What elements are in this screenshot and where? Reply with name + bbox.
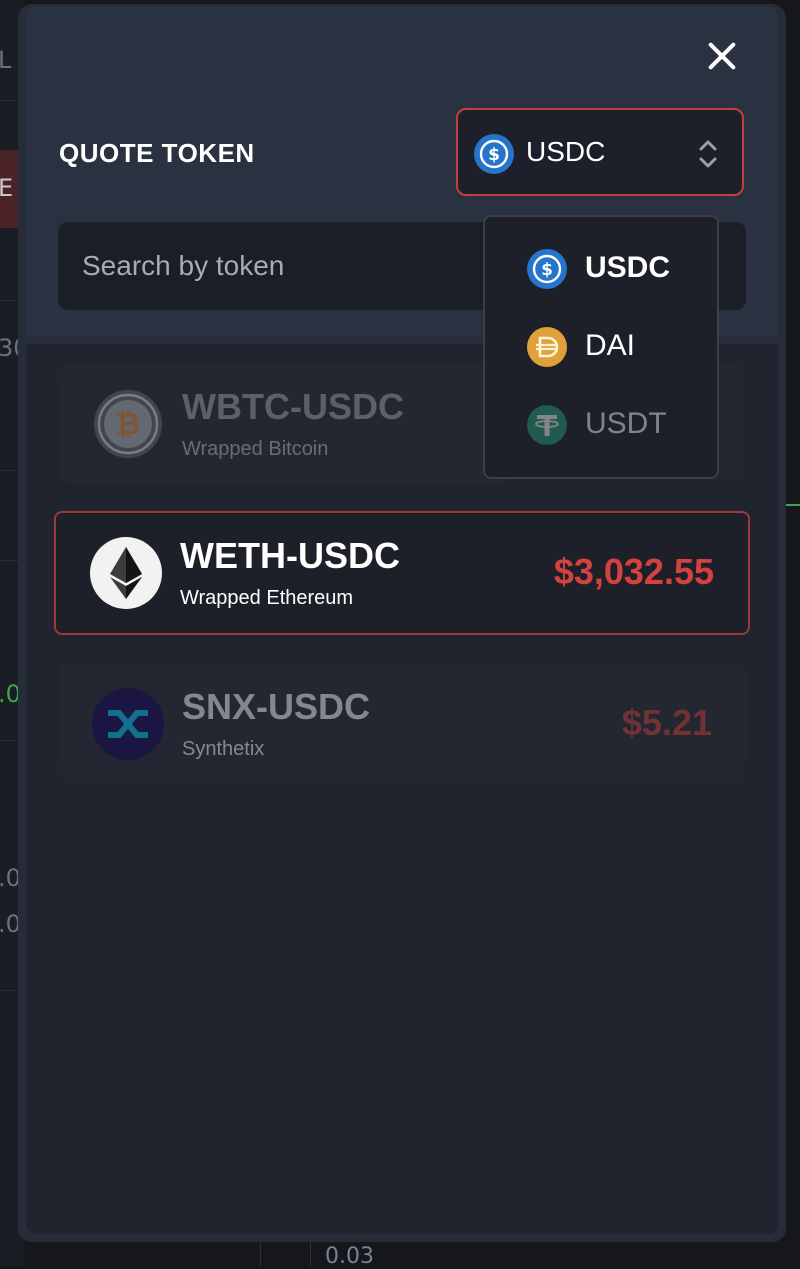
background-value: 0.03 [325, 1244, 374, 1269]
dropdown-item-label: USDC [585, 251, 671, 284]
usdc-icon: $ [474, 134, 514, 178]
background-text: L [0, 46, 12, 74]
synthetix-icon [92, 688, 164, 760]
token-pair: WBTC-USDC [182, 386, 404, 427]
dai-icon [527, 327, 567, 371]
dropdown-item-label: DAI [585, 329, 636, 362]
quote-token-value: USDC [526, 136, 606, 167]
token-name: Synthetix [182, 738, 265, 760]
quote-token-dropdown: $ USDC DAI USDT [483, 215, 719, 479]
token-price: $5.21 [621, 702, 712, 743]
dropdown-item-label: USDT [585, 407, 667, 440]
token-name: Wrapped Bitcoin [182, 438, 329, 460]
quote-token-select[interactable]: $ USDC [456, 108, 744, 196]
dropdown-item-usdc[interactable]: $ USDC [485, 235, 717, 307]
ethereum-icon [90, 537, 162, 609]
usdt-icon [527, 405, 567, 449]
close-icon[interactable] [702, 36, 742, 76]
svg-text:₿: ₿ [116, 407, 140, 442]
token-price: $3,032.55 [553, 551, 714, 592]
bitcoin-icon: ₿ [92, 388, 164, 460]
usdc-icon: $ [527, 249, 567, 293]
token-row-snx[interactable]: SNX-USDC Synthetix $5.21 [58, 664, 746, 782]
svg-text:$: $ [541, 260, 553, 280]
token-row-weth[interactable]: WETH-USDC Wrapped Ethereum $3,032.55 [54, 511, 750, 635]
token-select-modal: QUOTE TOKEN $ USDC Search by token ₿ WBT… [18, 4, 786, 1242]
token-pair: WETH-USDC [180, 535, 400, 576]
background-divider [310, 1240, 311, 1266]
modal-body: QUOTE TOKEN $ USDC Search by token ₿ WBT… [26, 6, 778, 1234]
dropdown-item-usdt[interactable]: USDT [485, 391, 717, 463]
quote-token-label: QUOTE TOKEN [59, 138, 255, 168]
chevron-updown-icon [698, 138, 718, 174]
background-divider [260, 1240, 261, 1266]
token-name: Wrapped Ethereum [180, 587, 354, 609]
dropdown-item-dai[interactable]: DAI [485, 313, 717, 385]
background-text: E [0, 174, 14, 202]
svg-text:$: $ [488, 145, 500, 165]
token-pair: SNX-USDC [182, 686, 371, 727]
